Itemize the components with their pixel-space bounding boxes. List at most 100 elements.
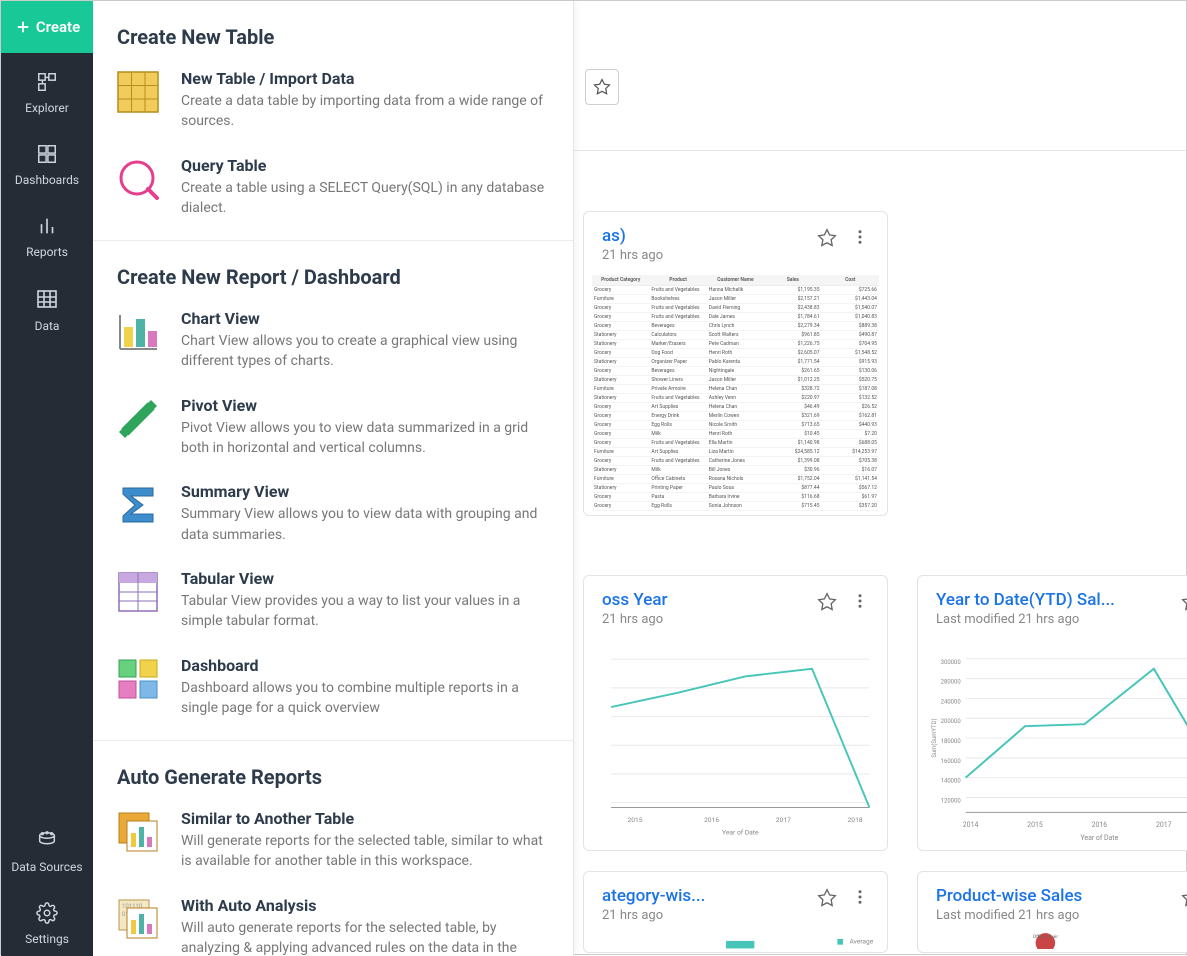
panel-item-auto-analysis[interactable]: 101110010011 With Auto Analysis Will aut… [93,884,573,956]
panel-item-dashboard[interactable]: Dashboard Dashboard allows you to combin… [93,644,573,731]
card-subtitle: 21 hrs ago [602,248,807,263]
panel-item-title: Summary View [181,482,549,501]
tabular-icon [117,571,159,613]
panel-item-summary-view[interactable]: Summary View Summary View allows you to … [93,470,573,557]
dashboards-icon [36,143,58,165]
create-label: Create [36,18,80,36]
sidebar-item-label: Reports [26,245,68,259]
card-body-chart: 2015 2016 2017 2018 Year of Date [584,631,887,850]
panel-item-similar-table[interactable]: Similar to Another Table Will generate r… [93,797,573,884]
panel-item-title: Similar to Another Table [181,809,549,828]
sidebar-item-settings[interactable]: Settings [1,884,93,956]
card-title: oss Year [602,590,807,610]
sidebar-item-reports[interactable]: Reports [1,197,93,269]
card-subtitle: 21 hrs ago [602,908,807,923]
panel-item-tabular-view[interactable]: Tabular View Tabular View provides you a… [93,557,573,644]
card-more-button[interactable] [849,590,871,618]
report-card-table[interactable]: as) 21 hrs ago Product CategoryProductCu… [583,211,888,516]
card-body-table: Product CategoryProductCustomer NameSale… [584,267,887,516]
chart-peek: Average [594,929,877,949]
reports-icon [36,215,58,237]
svg-text:Year of Date: Year of Date [1080,834,1118,842]
table-row: FurnitureArt SuppliesLiza Martin$24,585.… [592,448,879,457]
sidebar-item-datasources[interactable]: Data Sources [1,812,93,884]
report-card-line1[interactable]: oss Year 21 hrs ago 2015 2016 [583,575,888,851]
star-icon [817,592,837,612]
more-vertical-icon [851,228,869,246]
line-chart-preview: 120000 140000 160000 180000 200000 24000… [926,639,1187,847]
favorite-button[interactable] [585,69,619,105]
panel-item-title: Tabular View [181,569,549,588]
panel-item-pivot-view[interactable]: Pivot View Pivot View allows you to view… [93,384,573,471]
table-row: FurniturePrivate ArmoireHelena Chan$328.… [592,385,879,394]
svg-text:Office Chair: Office Chair [1033,933,1059,940]
sidebar-item-label: Settings [25,932,69,946]
auto-analysis-icon: 101110010011 [117,898,159,940]
panel-item-query-table[interactable]: Query Table Create a table using a SELEC… [93,144,573,231]
table-row: FurnitureOffice CabinetsRoxana Nichols$1… [592,475,879,484]
svg-text:280000: 280000 [941,679,961,686]
report-card-productwise[interactable]: Product-wise Sales Last modified 21 hrs … [917,871,1187,953]
card-header: ategory-wis... 21 hrs ago [584,872,887,927]
svg-text:2017: 2017 [1156,821,1172,829]
svg-text:Average: Average [850,938,874,946]
panel-item-desc: Dashboard allows you to combine multiple… [181,678,549,719]
panel-item-desc: Create a data table by importing data fr… [181,91,549,132]
table-row: StationeryFruits and VegetablesAshley Ve… [592,394,879,403]
panel-item-title: Chart View [181,309,549,328]
card-header: as) 21 hrs ago [584,212,887,267]
star-icon [1181,888,1187,908]
dashboard-icon [117,658,159,700]
table-row: GroceryFruits and VegetablesDavid Flemin… [592,304,879,313]
star-icon [817,888,837,908]
sidebar-item-dashboards[interactable]: Dashboards [1,125,93,197]
panel-item-desc: Chart View allows you to create a graphi… [181,331,549,372]
svg-text:2016: 2016 [704,816,719,824]
card-favorite-button[interactable] [815,226,839,254]
report-card-ytd[interactable]: Year to Date(YTD) Sal... Last modified 2… [917,575,1187,851]
card-favorite-button[interactable] [815,886,839,914]
more-vertical-icon [851,888,869,906]
more-vertical-icon [851,592,869,610]
sidebar-item-explorer[interactable]: Explorer [1,53,93,125]
panel-item-desc: Summary View allows you to view data wit… [181,504,549,545]
panel-item-title: With Auto Analysis [181,896,549,915]
card-more-button[interactable] [849,886,871,914]
table-row: StationeryShower LinersJason Miller$1,01… [592,376,879,385]
sidebar: Create Explorer Dashboards Reports Data … [1,1,93,956]
create-button[interactable]: Create [1,1,93,53]
panel-item-desc: Create a table using a SELECT Query(SQL)… [181,178,549,219]
sidebar-item-label: Dashboards [15,173,79,187]
bar-chart-icon [117,311,159,353]
table-row: GroceryEgg RollsSonia Johnson$715.45$357… [592,502,879,511]
table-row: StationeryMilkBill Jones$30.96$16.07 [592,466,879,475]
panel-item-desc: Pivot View allows you to view data summa… [181,418,549,459]
sidebar-item-data[interactable]: Data [1,269,93,343]
svg-text:2016: 2016 [1092,821,1108,829]
table-row: StationeryOrganizer PaperPablo Karenta$1… [592,358,879,367]
card-favorite-button[interactable] [1179,590,1187,618]
table-row: GroceryMilkHenri Roth$10.45$7.20 [592,430,879,439]
panel-item-chart-view[interactable]: Chart View Chart View allows you to crea… [93,297,573,384]
table-grid-icon [117,71,159,113]
card-favorite-button[interactable] [815,590,839,618]
svg-text:240000: 240000 [941,698,961,705]
datasources-icon [36,830,58,852]
table-row: FurnitureBookshelvesJason Miller$2,157.2… [592,295,879,304]
card-header: Year to Date(YTD) Sal... Last modified 2… [918,576,1187,631]
svg-text:2017: 2017 [776,816,791,824]
sidebar-item-label: Data [35,319,60,333]
panel-item-title: Query Table [181,156,549,175]
gear-icon [36,902,58,924]
card-more-button[interactable] [849,226,871,254]
panel-item-desc: Tabular View provides you a way to list … [181,591,549,632]
panel-item-new-table[interactable]: New Table / Import Data Create a data ta… [93,57,573,144]
report-card-category[interactable]: ategory-wis... 21 hrs ago Average [583,871,888,953]
plus-icon [14,18,32,36]
card-header: Product-wise Sales Last modified 21 hrs … [918,872,1187,927]
svg-text:2015: 2015 [628,816,643,824]
table-row: GroceryDog FoodHenri Roth$2,605.07$1,548… [592,349,879,358]
card-favorite-button[interactable] [1179,886,1187,914]
svg-text:160000: 160000 [941,758,961,765]
svg-text:Sum(SumYTD): Sum(SumYTD) [931,718,938,757]
